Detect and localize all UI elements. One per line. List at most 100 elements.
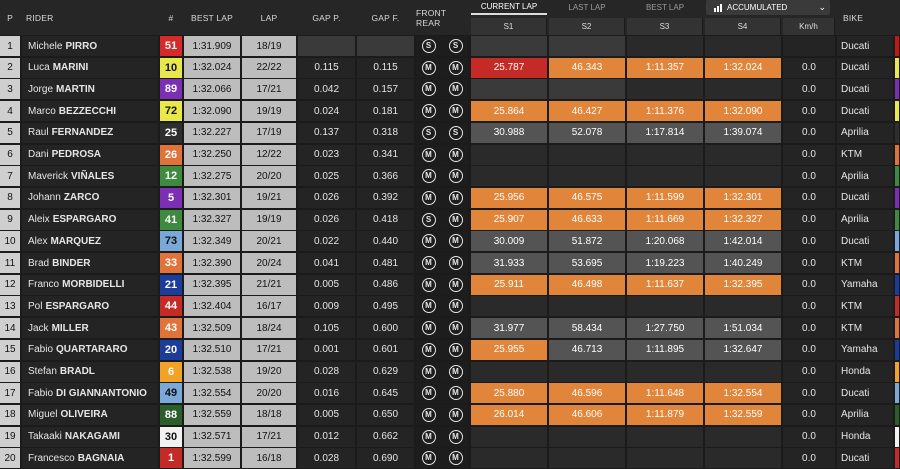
rider-name[interactable]: Jack MILLER [22,318,158,339]
rider-number: 89 [160,79,182,100]
front-tyre-icon-compound: M [425,301,432,311]
table-row[interactable]: 12 Franco MORBIDELLI 21 1:32.395 21/21 0.005 0.… [0,274,900,295]
lap-cell: 16/18 [242,448,296,469]
table-row[interactable]: 2 Luca MARINI 10 1:32.024 22/22 0.115 0.115 M M 25… [0,57,900,78]
team-color-stripe [895,36,899,56]
front-tyre-icon: M [421,147,436,162]
table-row[interactable]: 4 Marco BEZZECCHI 72 1:32.090 19/19 0.024 0.181… [0,100,900,122]
table-row[interactable]: 20 Francesco BAGNAIA 1 1:32.599 16/18 0.028 0.6… [0,447,900,469]
sector-2-cell: 46.575 [549,187,625,208]
rider-name[interactable]: Miguel OLIVEIRA [22,404,158,425]
table-row[interactable]: 5 Raul FERNANDEZ 25 1:32.227 17/19 0.137 0.318 S… [0,122,900,143]
header-lap[interactable]: LAP [242,0,296,35]
best-lap-cell: 1:32.301 [184,187,240,208]
table-row[interactable]: 11 Brad BINDER 33 1:32.390 20/24 0.041 0.481 M M 3… [0,252,900,273]
rider-name[interactable]: Brad BINDER [22,253,158,273]
table-row[interactable]: 7 Maverick VIÑALES 12 1:32.275 20/20 0.025 0.36… [0,165,900,187]
sector-3-cell [627,296,703,317]
gap-previous-cell: 0.028 [298,448,355,469]
front-tyre-icon: M [421,299,436,314]
position-cell: 2 [0,57,20,78]
gap-previous-cell: 0.023 [298,144,355,165]
tab-last-lap[interactable]: LAST LAP [549,0,625,15]
rider-name[interactable]: Takaaki NAKAGAMI [22,426,158,447]
rider-name[interactable]: Aleix ESPARGARO [22,209,158,230]
rider-number: 10 [160,57,182,78]
table-row[interactable]: 1 Michele PIRRO 51 1:31.909 18/19 S S Ducati [0,35,900,56]
table-row[interactable]: 16 Stefan BRADL 6 1:32.538 19/20 0.028 0.629 M M 0… [0,361,900,382]
header-bike[interactable]: BIKE [843,0,893,35]
rider-name[interactable]: Pol ESPARGARO [22,296,158,317]
rider-name[interactable]: Stefan BRADL [22,361,158,382]
table-row[interactable]: 18 Miguel OLIVEIRA 88 1:32.559 18/18 0.005 0.65… [0,404,900,425]
rider-name[interactable]: Fabio DI GIANNANTONIO [22,383,158,404]
table-row[interactable]: 6 Dani PEDROSA 26 1:32.250 12/22 0.023 0.341 M M 0… [0,144,900,165]
rider-first-name: Maverick [28,170,69,182]
gap-previous-cell: 0.026 [298,187,355,208]
sector-3-cell [627,144,703,165]
bike-cell: Ducati [837,448,893,469]
front-tyre-icon: M [421,82,436,97]
tab-best-lap[interactable]: BEST LAP [627,0,703,15]
table-row[interactable]: 8 Johann ZARCO 5 1:32.301 19/21 0.026 0.392 M M 25… [0,187,900,208]
table-row[interactable]: 9 Aleix ESPARGARO 41 1:32.327 19/19 0.026 0.418… [0,209,900,230]
table-row[interactable]: 14 Jack MILLER 43 1:32.509 18/24 0.105 0.600 M M 3… [0,317,900,339]
header-rider[interactable]: RIDER [26,0,156,35]
rider-name[interactable]: Jorge MARTIN [22,79,158,100]
table-row[interactable]: 3 Jorge MARTIN 89 1:32.066 17/21 0.042 0.157 M M 0… [0,78,900,100]
tab-current-lap[interactable]: CURRENT LAP [471,0,547,15]
front-tyre-icon-compound: M [425,279,432,289]
sector-1-cell: 25.955 [471,339,547,360]
rear-tyre-icon: M [448,299,463,314]
rider-name[interactable]: Maverick VIÑALES [22,166,158,187]
header-number[interactable]: # [160,0,182,35]
table-row[interactable]: 19 Takaaki NAKAGAMI 30 1:32.571 17/21 0.012 0.6… [0,426,900,447]
speed-cell: 0.0 [783,209,835,230]
sector-4-cell: 1:32.559 [705,404,781,425]
rider-first-name: Marco [28,105,56,117]
table-row[interactable]: 13 Pol ESPARGARO 44 1:32.404 16/17 0.009 0.495 M… [0,295,900,317]
position-cell: 18 [0,404,20,425]
rear-tyre-icon: M [448,104,463,119]
rider-name[interactable]: Michele PIRRO [22,36,158,56]
sector-2-cell: 46.427 [549,101,625,122]
front-tyre-icon-compound: M [425,192,432,202]
gap-first-cell: 0.341 [357,144,414,165]
rider-name[interactable]: Franco MORBIDELLI [22,274,158,295]
sector-3-cell: 1:11.376 [627,101,703,122]
header-gap-previous[interactable]: GAP P. [298,0,355,35]
rider-name[interactable]: Raul FERNANDEZ [22,122,158,143]
bike-cell: Honda [837,361,893,382]
front-tyre-icon: S [421,39,436,53]
rider-name[interactable]: Marco BEZZECCHI [22,101,158,122]
rider-name[interactable]: Dani PEDROSA [22,144,158,165]
bike-cell: Ducati [837,383,893,404]
table-row[interactable]: 17 Fabio DI GIANNANTONIO 49 1:32.554 20/20 0.0… [0,382,900,404]
mode-dropdown[interactable]: ACCUMULATED ⌄ [706,0,830,15]
tyre-cell: MM [416,296,468,317]
gap-previous-cell: 0.016 [298,383,355,404]
header-best-lap[interactable]: BEST LAP [184,0,240,35]
table-row[interactable]: 15 Fabio QUARTARARO 20 1:32.510 17/21 0.001 0.6… [0,339,900,360]
rider-first-name: Michele [28,40,63,52]
bike-cell: KTM [837,144,893,165]
header-gap-first[interactable]: GAP F. [357,0,414,35]
front-tyre-icon: M [421,407,436,422]
speed-cell: 0.0 [783,339,835,360]
rider-name[interactable]: Alex MARQUEZ [22,231,158,252]
rider-name[interactable]: Johann ZARCO [22,187,158,208]
bike-cell: Yamaha [837,274,893,295]
best-lap-cell: 1:32.559 [184,404,240,425]
table-row[interactable]: 10 Alex MARQUEZ 73 1:32.349 20/21 0.022 0.440 M M… [0,230,900,252]
rider-name[interactable]: Francesco BAGNAIA [22,448,158,469]
best-lap-cell: 1:32.349 [184,231,240,252]
position-cell: 12 [0,274,20,295]
gap-first-cell: 0.662 [357,426,414,447]
rider-name[interactable]: Fabio QUARTARARO [22,339,158,360]
team-color-stripe [895,296,899,317]
position-cell: 11 [0,253,20,273]
rider-name[interactable]: Luca MARINI [22,57,158,78]
best-lap-cell: 1:32.390 [184,253,240,273]
rider-first-name: Franco [28,279,60,291]
best-lap-cell: 1:32.599 [184,448,240,469]
